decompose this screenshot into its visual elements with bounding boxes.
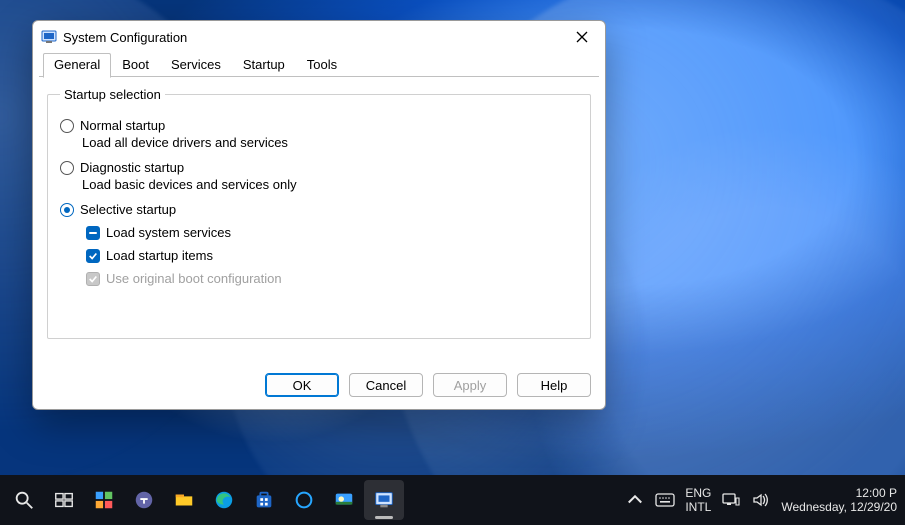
tab-tools[interactable]: Tools	[296, 53, 348, 77]
option-normal-startup[interactable]: Normal startup Load all device drivers a…	[60, 118, 578, 150]
radio-normal[interactable]	[60, 119, 74, 133]
network-icon[interactable]	[721, 490, 741, 510]
tab-boot[interactable]: Boot	[111, 53, 160, 77]
language-indicator[interactable]: ENG INTL	[685, 486, 711, 514]
clock-date: Wednesday, 12/29/20	[781, 500, 897, 514]
ok-button[interactable]: OK	[265, 373, 339, 397]
tab-general[interactable]: General	[43, 53, 111, 78]
taskbar: ENG INTL 12:00 P Wednesday, 12/29/20	[0, 475, 905, 525]
radio-selective[interactable]	[60, 203, 74, 217]
search-icon[interactable]	[4, 480, 44, 520]
cancel-button[interactable]: Cancel	[349, 373, 423, 397]
tab-strip: General Boot Services Startup Tools	[33, 53, 605, 77]
check-system-services-row[interactable]: Load system services	[86, 225, 578, 240]
tab-services[interactable]: Services	[160, 53, 232, 77]
help-button[interactable]: Help	[517, 373, 591, 397]
volume-icon[interactable]	[751, 490, 771, 510]
edge-icon[interactable]	[204, 480, 244, 520]
apply-button: Apply	[433, 373, 507, 397]
clock[interactable]: 12:00 P Wednesday, 12/29/20	[781, 486, 897, 514]
checkbox-startup-items[interactable]	[86, 249, 100, 263]
titlebar: System Configuration	[33, 21, 605, 53]
language-line1: ENG	[685, 486, 711, 500]
check-startup-items-row[interactable]: Load startup items	[86, 248, 578, 263]
check-original-boot-row: Use original boot configuration	[86, 271, 578, 286]
pinned-app-icon[interactable]	[324, 480, 364, 520]
store-icon[interactable]	[244, 480, 284, 520]
task-view-icon[interactable]	[44, 480, 84, 520]
checkbox-system-services-label: Load system services	[106, 225, 231, 240]
radio-diagnostic[interactable]	[60, 161, 74, 175]
checkbox-system-services[interactable]	[86, 226, 100, 240]
checkbox-startup-items-label: Load startup items	[106, 248, 213, 263]
group-legend: Startup selection	[60, 87, 165, 102]
file-explorer-icon[interactable]	[164, 480, 204, 520]
radio-diagnostic-sub: Load basic devices and services only	[82, 177, 578, 192]
tray-overflow-icon[interactable]	[625, 490, 645, 510]
checkbox-original-boot	[86, 272, 100, 286]
option-diagnostic-startup[interactable]: Diagnostic startup Load basic devices an…	[60, 160, 578, 192]
startup-selection-group: Startup selection Normal startup Load al…	[47, 87, 591, 339]
msconfig-icon	[41, 29, 57, 45]
radio-normal-label: Normal startup	[80, 118, 165, 133]
checkbox-original-boot-label: Use original boot configuration	[106, 271, 282, 286]
keyboard-layout-icon[interactable]	[655, 490, 675, 510]
teams-chat-icon[interactable]	[124, 480, 164, 520]
system-configuration-dialog: System Configuration General Boot Servic…	[32, 20, 606, 410]
tab-startup[interactable]: Startup	[232, 53, 296, 77]
window-title: System Configuration	[63, 30, 187, 45]
desktop-wallpaper: System Configuration General Boot Servic…	[0, 0, 905, 525]
widgets-icon[interactable]	[84, 480, 124, 520]
msconfig-taskbar-icon[interactable]	[364, 480, 404, 520]
radio-diagnostic-label: Diagnostic startup	[80, 160, 184, 175]
radio-normal-sub: Load all device drivers and services	[82, 135, 578, 150]
cortana-icon[interactable]	[284, 480, 324, 520]
dialog-button-row: OK Cancel Apply Help	[33, 367, 605, 409]
close-button[interactable]	[559, 21, 605, 53]
language-line2: INTL	[685, 500, 711, 514]
clock-time: 12:00 P	[781, 486, 897, 500]
option-selective-startup[interactable]: Selective startup Load system services L…	[60, 202, 578, 286]
tab-panel-general: Startup selection Normal startup Load al…	[33, 77, 605, 367]
radio-selective-label: Selective startup	[80, 202, 176, 217]
